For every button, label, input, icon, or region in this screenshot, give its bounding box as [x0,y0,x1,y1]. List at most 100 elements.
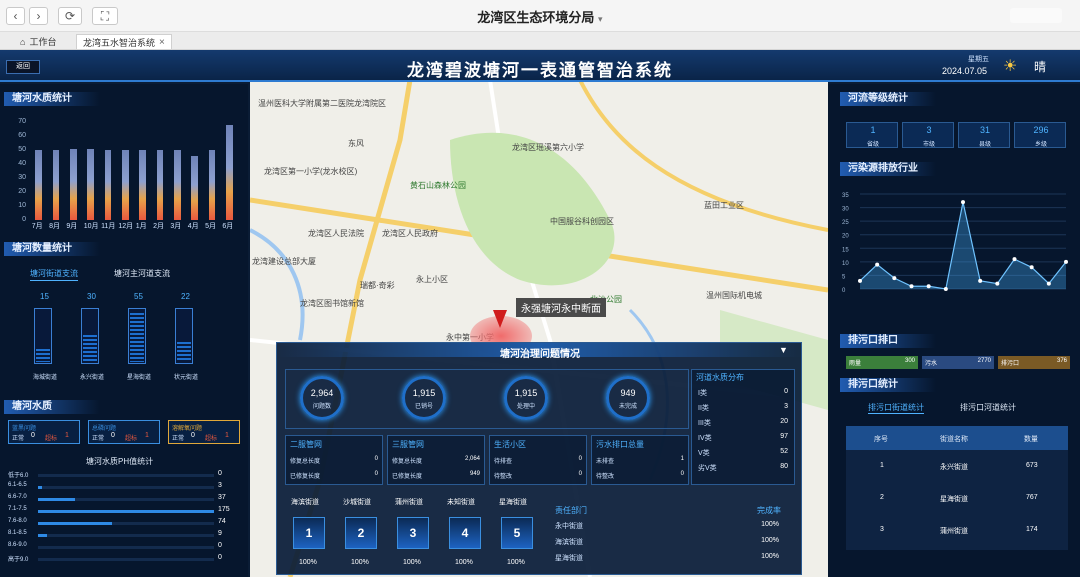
street-name: 海滨街道 [291,499,319,506]
dist-value: 0 [784,388,788,395]
pollution-point[interactable] [875,262,880,267]
table-header: 序号 街道名称 数量 [846,426,1068,450]
grade-box: 296 乡级 [1014,122,1066,148]
gauge-ring: 949 未完成 [606,376,650,420]
gauge-label: 未完成 [618,404,637,410]
dist-value: 52 [780,448,788,455]
ph-title: 塘河水质PH值统计 [86,457,154,466]
tab-street-branch[interactable]: 塘河街道支流 [30,268,78,281]
wq-box: 蓝黑问题 正常 0 超标 1 [8,420,80,444]
browser-toolbar: ‹ › ⟳ ⛶ 龙湾区生态环境分局 ▾ [0,0,1080,32]
grade-label: 乡级 [1034,142,1047,148]
ph-bar [38,510,214,513]
quality-bar [87,148,95,220]
gauge-label: 问题数 [312,404,331,410]
x-tick-label: 7月 [31,223,43,230]
map-label: 黄石山森林公园 [410,181,466,190]
outlet-stats: 雨量 300 污水 2770 排污口 376 [846,356,1076,369]
card-key: 修复总长度 [290,459,321,465]
pollution-point[interactable] [961,200,965,205]
pollution-point[interactable] [892,276,897,281]
location-pin-icon[interactable] [493,310,507,328]
ph-value: 175 [218,506,230,513]
pollution-point[interactable] [1064,259,1068,264]
gauge-value: 1,915 [514,388,538,398]
card-key: 未排查 [596,459,615,465]
window-title[interactable]: 龙湾区生态环境分局 ▾ [0,7,1080,26]
street-badge[interactable]: 2 [345,517,377,549]
water-quality-chart [30,122,238,220]
panel-title: 塘河治理问题情况 [500,349,580,360]
table-row[interactable]: 3 蒲州街道 174 [846,514,1068,546]
y-tick-label: 25 [842,220,849,226]
tab-app[interactable]: 龙湾五水智治系统 × [76,34,172,49]
ph-value: 0 [218,470,222,477]
x-tick-label: 10月 [83,223,99,230]
pollution-point[interactable] [995,281,1000,286]
x-tick-label: 1月 [135,223,147,230]
ph-label: 7.6-8.0 [8,518,27,524]
pollution-point[interactable] [858,278,862,283]
close-icon[interactable]: × [159,37,165,48]
pollution-point[interactable] [978,278,983,283]
outlet-value: 300 [904,358,915,364]
ph-track [38,558,214,561]
street-badge[interactable]: 1 [293,517,325,549]
row-no: 3 [880,526,884,533]
dist-label: I类 [698,390,707,397]
street-badge[interactable]: 5 [501,517,533,549]
wq-over-value: 1 [65,432,69,439]
row-count: 767 [1026,494,1038,501]
wq-box-title: 蓝黑问题 [12,426,37,432]
row-street: 永兴街道 [940,464,968,471]
wq-box: 总磷问题 正常 0 超标 1 [88,420,160,444]
window-controls [1010,8,1062,23]
gauge-ring: 1,915 已销号 [402,376,446,420]
y-tick-label: 15 [842,247,849,253]
wq-box: 溶解氧问题 正常 0 超标 1 [168,420,240,444]
pollution-point[interactable] [1046,281,1051,286]
dist-label: V类 [698,450,710,457]
quality-bar [104,150,112,220]
card-key: 已修复长度 [290,474,321,480]
x-tick-label: 12月 [118,223,134,230]
street-progress-value: 100% [403,559,421,566]
ph-value: 9 [218,530,222,537]
tab-workbench[interactable]: ⌂ 工作台 [14,34,62,49]
dist-value: 97 [780,433,788,440]
count-value: 22 [181,292,190,301]
street-badge[interactable]: 4 [449,517,481,549]
count-bar [81,308,99,364]
tab-outlet-river[interactable]: 排污口河道统计 [960,402,1016,413]
street-progress-value: 100% [351,559,369,566]
x-tick-label: 11月 [101,223,116,230]
street-name: 沙城街道 [343,499,371,506]
sun-icon: ☀ [1003,58,1018,75]
wq-over-label: 超标 [45,436,58,442]
table-row[interactable]: 1 永兴街道 673 [846,450,1068,482]
card-value: 0 [578,471,582,477]
count-value: 15 [40,292,49,301]
pollution-point[interactable] [926,284,931,289]
pollution-point[interactable] [943,287,948,291]
card-key: 已修复长度 [392,474,423,480]
dist-label: II类 [698,405,709,412]
table-row[interactable]: 2 星海街道 767 [846,482,1068,514]
street-badge[interactable]: 3 [397,517,429,549]
ph-label: 7.1-7.5 [8,506,27,512]
wq-over-label: 超标 [205,436,218,442]
x-axis: 7月 8月 9月 10月 11月 12月 1月 2月 3月 4月 5月 6月 [30,221,238,231]
pollution-point[interactable] [909,284,914,289]
street-name: 蒲州街道 [395,499,423,506]
pollution-point[interactable] [1029,265,1034,270]
gauge-label: 处理中 [516,404,535,410]
tab-main-branch[interactable]: 塘河主河道支流 [114,268,170,279]
collapse-icon[interactable]: ▼ [779,345,788,355]
grade-value: 1 [870,125,876,135]
map-label: 龙湾建设总部大厦 [252,257,316,266]
pollution-point[interactable] [1012,257,1017,262]
card-value: 2,064 [464,456,480,462]
tab-outlet-street[interactable]: 排污口街道统计 [868,402,924,414]
dist-value: 20 [780,418,788,425]
street-number: 1 [305,526,313,540]
